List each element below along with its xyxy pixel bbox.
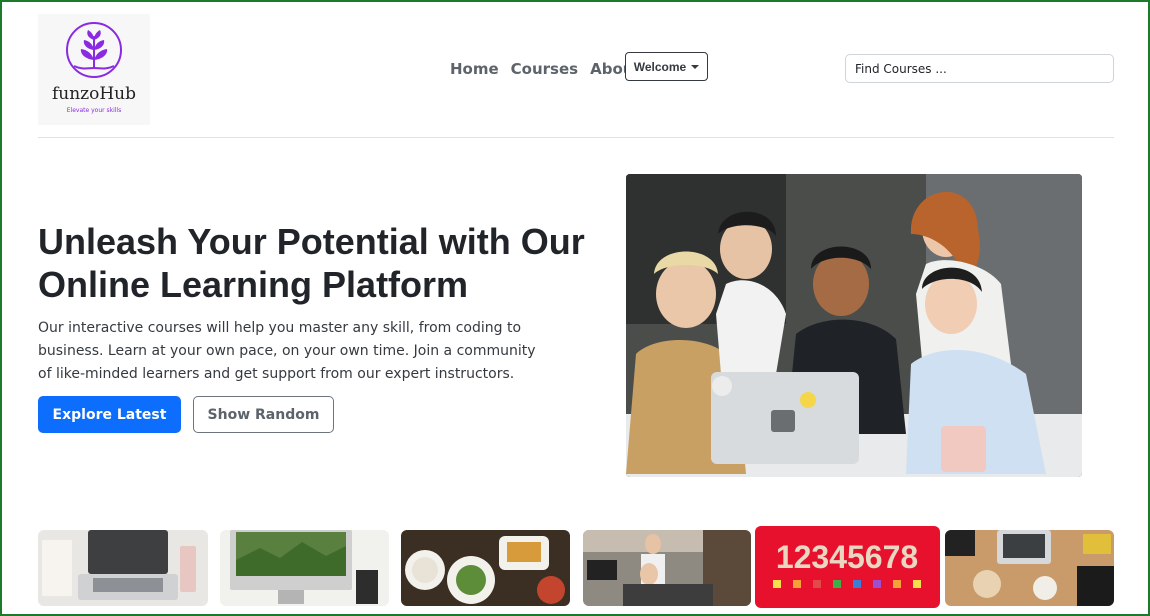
search-input[interactable] [845, 54, 1114, 83]
nav-home[interactable]: Home [450, 60, 499, 78]
hero-description: Our interactive courses will help you ma… [38, 320, 536, 382]
welcome-dropdown[interactable]: Welcome [625, 52, 708, 81]
nav-courses[interactable]: Courses [511, 60, 578, 78]
caret-down-icon [691, 64, 700, 69]
brand-logo[interactable]: funzoHub Elevate your skills [38, 14, 150, 125]
thumbnail-food-table[interactable] [401, 530, 570, 606]
thumbnail-desk-flatlay[interactable] [945, 530, 1114, 606]
thumbnail-laptop-desk[interactable] [38, 530, 208, 606]
welcome-label: Welcome [633, 59, 687, 74]
lotus-icon [66, 22, 122, 78]
brand-name: funzoHub [51, 84, 137, 104]
hero-title: Unleash Your Potential with Our Online L… [38, 221, 585, 305]
explore-latest-button[interactable]: Explore Latest [38, 396, 181, 433]
numbers-text: 12345678 [776, 539, 918, 575]
thumbnail-imac-workspace[interactable] [220, 530, 389, 606]
hero-image [626, 174, 1082, 477]
header-divider [38, 137, 1114, 138]
brand-tagline: Elevate your skills [66, 107, 122, 114]
thumbnail-office-team[interactable] [583, 530, 751, 606]
show-random-button[interactable]: Show Random [193, 396, 334, 433]
thumbnail-numbers[interactable]: 12345678 [755, 526, 940, 608]
main-nav: Home Courses About [450, 60, 641, 78]
